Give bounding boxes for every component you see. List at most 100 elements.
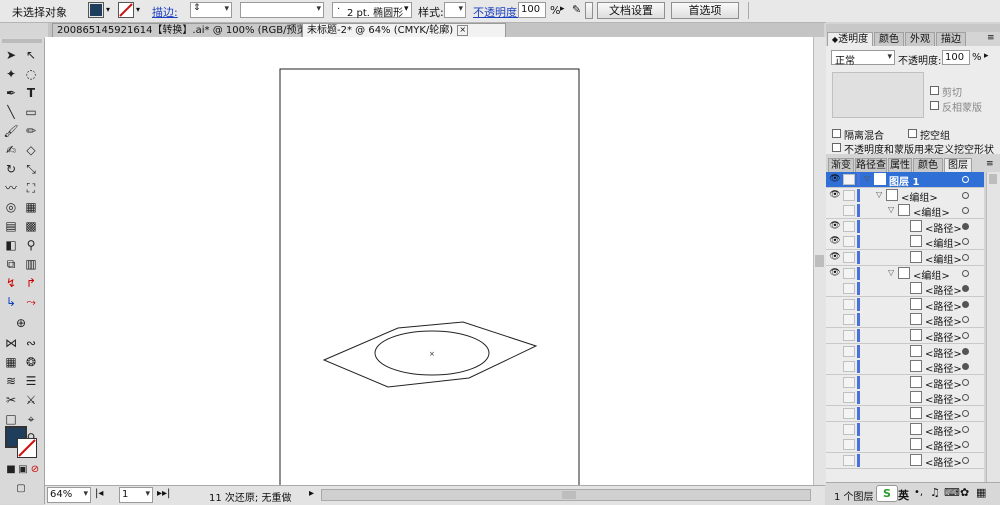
opacity-link[interactable]: 不透明度: [473,4,521,20]
layer-row[interactable]: <路径> [826,374,984,391]
horizontal-scrollbar[interactable] [321,489,811,501]
blend-mode-dropdown[interactable]: 正常 ▾ [831,50,895,67]
magic-wand-icon[interactable]: ✦ [2,65,20,83]
isolate-blending-checkbox[interactable] [832,129,841,138]
collapse-arrow-icon[interactable]: ▽ [864,174,870,183]
eye-icon[interactable]: 👁 [829,252,841,263]
ime-menu-icon[interactable]: ▦ [976,486,986,499]
target-circle-icon[interactable] [962,394,969,402]
variable-width-dropdown[interactable]: ▾ [240,2,324,18]
tab-pathfinder[interactable]: 路径查 [855,158,887,172]
ime-skin-icon[interactable]: ✿ [960,486,969,499]
zoom-dropdown[interactable]: 64% ▾ [47,487,91,503]
rectangle-tool-icon[interactable]: ▭ [22,103,40,121]
visibility-toggle[interactable] [829,424,841,435]
list-tool-icon[interactable]: ☰ [22,372,40,390]
ime-language[interactable]: 英 [898,487,909,503]
column-graph-icon[interactable]: ▥ [22,255,40,273]
keyboard-icon[interactable]: ⌨ [944,486,960,499]
tab-stroke[interactable]: 描边 [936,32,966,46]
anchor-convert-icon[interactable]: ↱ [22,274,40,292]
tab-color[interactable]: 颜色 [874,32,904,46]
target-circle-icon[interactable] [962,191,969,199]
lock-toggle[interactable] [843,267,855,279]
layer-row[interactable]: <路径> [826,452,984,469]
vertical-scrollbar[interactable] [813,37,826,485]
free-transform-icon[interactable]: ⛶ [22,179,40,197]
screen-mode-icon[interactable]: ▢ [12,480,30,498]
direct-selection-tool-icon[interactable]: ↖ [22,46,40,64]
visibility-toggle[interactable] [829,439,841,450]
lock-toggle[interactable] [843,454,855,466]
lock-toggle[interactable] [843,283,855,295]
target-circle-icon[interactable] [962,456,969,464]
eye-icon[interactable]: 👁 [829,221,841,232]
eye-icon[interactable]: 👁 [829,174,841,185]
target-circle-icon[interactable] [962,300,969,308]
add-anchor-icon[interactable]: ↳ [2,293,20,311]
eraser-icon[interactable]: ◇ [22,141,40,159]
target-circle-icon[interactable] [962,222,969,230]
stroke-swatch[interactable] [118,2,134,18]
visibility-toggle[interactable] [829,377,841,388]
invert-mask-checkbox[interactable] [930,101,939,110]
knockout-group-checkbox[interactable] [908,129,917,138]
line-tool-icon[interactable]: ╲ [2,103,20,121]
fill-dropdown-icon[interactable]: ▾ [106,5,110,14]
lock-toggle[interactable] [843,408,855,419]
target-circle-icon[interactable] [962,176,969,183]
symbol-sprayer-icon[interactable]: ↯ [2,274,20,292]
eye-icon[interactable]: 👁 [829,268,841,279]
polar-grid-icon[interactable]: ❂ [22,353,40,371]
lock-toggle[interactable] [843,376,855,388]
visibility-toggle[interactable] [829,205,841,216]
stroke-link[interactable]: 描边: [152,4,178,20]
lock-toggle[interactable] [843,361,855,373]
target-circle-icon[interactable] [962,425,969,433]
lock-toggle[interactable] [843,330,855,341]
next-page-icon[interactable]: ▸▸| [157,488,170,499]
lock-toggle[interactable] [843,423,855,435]
eye-icon[interactable]: 👁 [829,236,841,247]
scale-tool-icon[interactable]: ⤡ [22,160,40,178]
knife-icon[interactable]: ⚔ [22,391,40,409]
stroke-weight-field[interactable]: ▾ ⇕ [190,2,232,18]
envelope-icon[interactable]: ∾ [22,334,40,352]
layer-row[interactable]: 👁 <编组> [826,250,984,266]
clip-checkbox[interactable] [930,86,939,95]
target-circle-icon[interactable] [962,347,969,355]
target-circle-icon[interactable] [962,207,969,215]
stroke-color-box[interactable] [17,438,37,458]
style-dropdown[interactable]: ▾ [444,2,466,18]
layer-row[interactable]: <路径> [826,328,984,344]
layer-row-selected[interactable]: 👁 ▽ 图层 1 [826,172,984,188]
wave-tool-icon[interactable]: ≋ [2,372,20,390]
target-circle-icon[interactable] [962,441,969,449]
grid-tool-icon[interactable]: ▦ [2,353,20,371]
tab-color-guide[interactable]: 颜色参 [913,158,943,185]
layer-row[interactable]: <路径> [826,281,984,298]
opacity-field[interactable]: 100 [942,50,970,65]
width-tool-icon[interactable]: ⋈ [2,334,20,352]
tab-document-1[interactable]: 200865145921614【转换】.ai* @ 100% (RGB/预览)× [52,23,326,37]
target-circle-icon[interactable] [962,363,969,371]
slice-tool-icon[interactable]: ✂ [2,391,20,409]
lasso-icon[interactable]: ◌ [22,65,40,83]
crosshair-icon[interactable]: ⊕ [12,314,30,332]
scroll-thumb[interactable] [562,491,576,499]
layer-row[interactable]: 👁 ▽ <编组> [826,265,984,282]
microphone-icon[interactable]: ♫ [930,486,940,499]
fill-swatch[interactable] [88,2,104,18]
lock-toggle[interactable] [843,205,855,217]
visibility-toggle[interactable] [829,408,841,419]
gradient-tool-icon[interactable]: ◧ [2,236,20,254]
tab-attributes[interactable]: 属性 [888,158,912,172]
tab-document-2[interactable]: 未标题-2* @ 64% (CMYK/轮廓) × [302,23,506,37]
target-circle-icon[interactable] [962,254,969,261]
canvas[interactable]: × [45,37,813,490]
recolor-artwork-icon[interactable]: ✎ [572,3,581,16]
opacity-mask-checkbox[interactable] [832,143,841,152]
pencil-icon[interactable]: ✏ [22,122,40,140]
scroll-thumb[interactable] [815,255,824,267]
none-mode-icon[interactable]: ⊘ [26,461,44,479]
